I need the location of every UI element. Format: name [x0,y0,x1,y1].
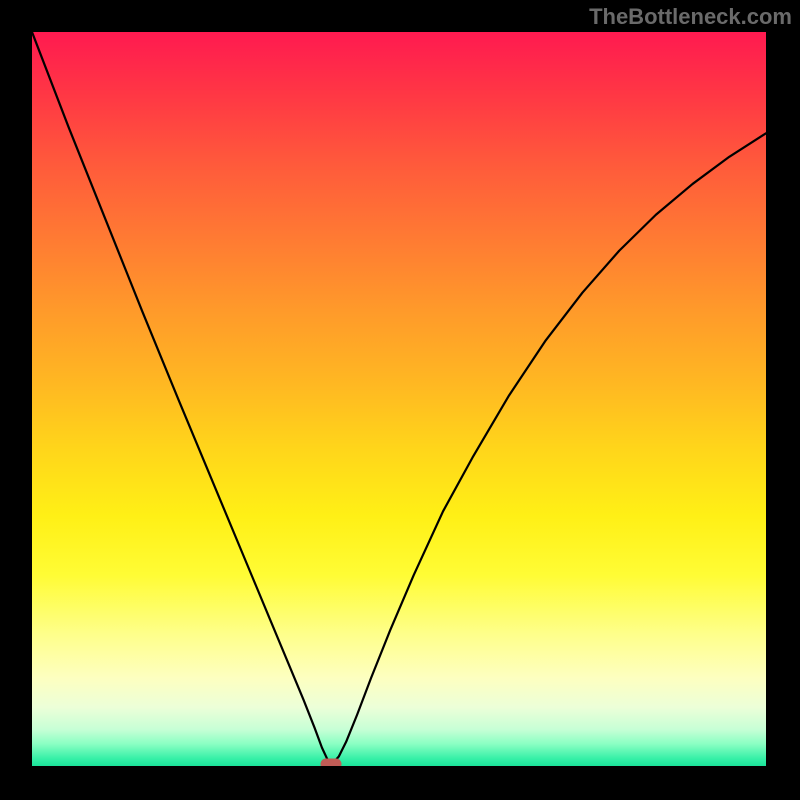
watermark-text: TheBottleneck.com [589,4,792,30]
optimal-point-marker [321,758,342,766]
chart-frame: TheBottleneck.com [0,0,800,800]
bottleneck-curve [32,32,766,766]
plot-area [32,32,766,766]
